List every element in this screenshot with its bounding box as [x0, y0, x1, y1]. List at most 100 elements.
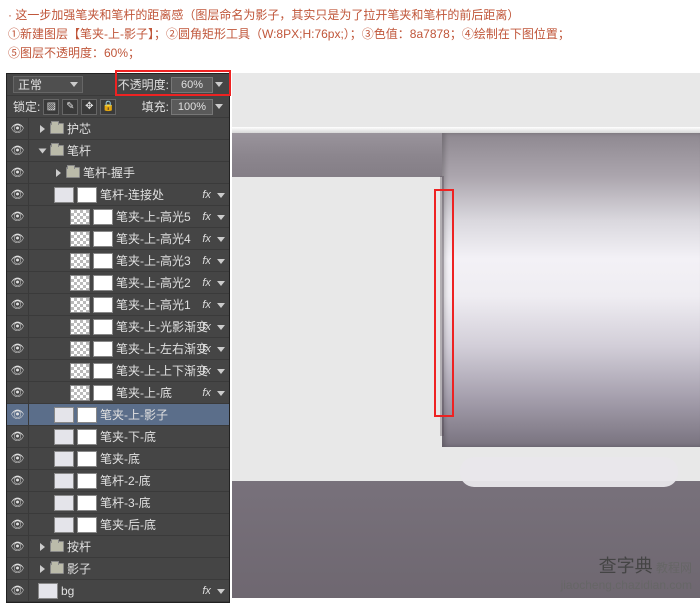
layer-row[interactable]: 👁bgfx — [7, 580, 229, 602]
layer-name[interactable]: 笔杆-3-底 — [100, 494, 151, 511]
layer-thumbnail[interactable] — [70, 297, 90, 313]
layer-name[interactable]: 笔杆-2-底 — [100, 472, 151, 489]
layer-mask-thumbnail[interactable] — [93, 297, 113, 313]
layer-name[interactable]: 笔夹-上-高光4 — [116, 230, 191, 247]
visibility-toggle[interactable]: 👁 — [7, 404, 29, 426]
layer-mask-thumbnail[interactable] — [93, 253, 113, 269]
fx-badge[interactable]: fx — [202, 255, 225, 267]
visibility-toggle[interactable]: 👁 — [7, 514, 29, 536]
visibility-toggle[interactable]: 👁 — [7, 228, 29, 250]
layer-mask-thumbnail[interactable] — [77, 429, 97, 445]
layer-mask-thumbnail[interactable] — [77, 187, 97, 203]
fx-badge[interactable]: fx — [202, 233, 225, 245]
layer-row[interactable]: 👁 笔夹-上-高光4 fx — [7, 228, 229, 250]
visibility-toggle[interactable]: 👁 — [7, 272, 29, 294]
lock-move-icon[interactable]: ✥ — [81, 99, 97, 115]
layer-mask-thumbnail[interactable] — [77, 451, 97, 467]
visibility-toggle[interactable]: 👁 — [7, 580, 29, 602]
lock-transparency-icon[interactable]: ▨ — [43, 99, 59, 115]
disclosure-arrow-icon[interactable] — [56, 169, 61, 177]
layer-thumbnail[interactable] — [70, 385, 90, 401]
disclosure-arrow-icon[interactable] — [39, 148, 47, 153]
fill-input[interactable]: 100% — [171, 99, 213, 115]
layer-mask-thumbnail[interactable] — [93, 341, 113, 357]
layer-row[interactable]: 👁 笔夹-上-影子 — [7, 404, 229, 426]
layer-mask-thumbnail[interactable] — [93, 319, 113, 335]
layer-name[interactable]: 笔夹-下-底 — [100, 428, 156, 445]
layer-name[interactable]: 笔杆-连接处 — [100, 186, 164, 203]
layer-name[interactable]: 笔夹-上-光影渐变 — [116, 318, 208, 335]
layer-row[interactable]: 👁 笔杆-连接处 fx — [7, 184, 229, 206]
visibility-toggle[interactable]: 👁 — [7, 118, 29, 140]
layer-name[interactable]: 笔夹-上-左右渐变 — [116, 340, 208, 357]
layer-name[interactable]: 影子 — [67, 560, 91, 577]
layer-row[interactable]: 👁 笔夹-底 — [7, 448, 229, 470]
layer-name[interactable]: 笔夹-上-高光1 — [116, 296, 191, 313]
fx-badge[interactable]: fx — [202, 343, 225, 355]
layer-row[interactable]: 👁笔夹-后-底 — [7, 514, 229, 536]
layer-thumbnail[interactable] — [38, 583, 58, 599]
layer-row[interactable]: 👁笔夹-下-底 — [7, 426, 229, 448]
layer-row[interactable]: 👁笔夹-上-高光3fx — [7, 250, 229, 272]
layer-row[interactable]: 👁 影子 — [7, 558, 229, 580]
visibility-toggle[interactable]: 👁 — [7, 250, 29, 272]
visibility-toggle[interactable]: 👁 — [7, 558, 29, 580]
disclosure-arrow-icon[interactable] — [40, 543, 45, 551]
visibility-toggle[interactable]: 👁 — [7, 338, 29, 360]
layer-name[interactable]: 笔夹-底 — [100, 450, 140, 467]
opacity-input[interactable]: 60% — [171, 77, 213, 93]
layer-thumbnail[interactable] — [70, 363, 90, 379]
layer-row[interactable]: 👁 护芯 — [7, 118, 229, 140]
layer-name[interactable]: 护芯 — [67, 120, 91, 137]
layer-thumbnail[interactable] — [70, 209, 90, 225]
layer-row[interactable]: 👁笔夹-上-高光5fx — [7, 206, 229, 228]
visibility-toggle[interactable]: 👁 — [7, 536, 29, 558]
layer-row[interactable]: 👁笔夹-上-上下渐变fx — [7, 360, 229, 382]
layer-mask-thumbnail[interactable] — [93, 363, 113, 379]
layer-mask-thumbnail[interactable] — [93, 231, 113, 247]
layer-name[interactable]: bg — [61, 584, 74, 598]
layer-name[interactable]: 笔夹-上-上下渐变 — [116, 362, 208, 379]
layer-thumbnail[interactable] — [54, 407, 74, 423]
layer-row[interactable]: 👁笔夹-上-底fx — [7, 382, 229, 404]
layer-name[interactable]: 按杆 — [67, 538, 91, 555]
fx-badge[interactable]: fx — [202, 299, 225, 311]
layer-name[interactable]: 笔夹-上-影子 — [100, 406, 168, 423]
layer-mask-thumbnail[interactable] — [77, 473, 97, 489]
layer-mask-thumbnail[interactable] — [77, 407, 97, 423]
visibility-toggle[interactable]: 👁 — [7, 382, 29, 404]
chevron-down-icon[interactable] — [215, 104, 223, 109]
chevron-down-icon[interactable] — [215, 82, 223, 87]
lock-brush-icon[interactable]: ✎ — [62, 99, 78, 115]
layer-row[interactable]: 👁笔夹-上-高光1fx — [7, 294, 229, 316]
layer-thumbnail[interactable] — [54, 451, 74, 467]
layer-row[interactable]: 👁 笔夹-上-光影渐变fx — [7, 316, 229, 338]
fx-badge[interactable]: fx — [202, 321, 225, 333]
layer-name[interactable]: 笔夹-上-高光5 — [116, 208, 191, 225]
visibility-toggle[interactable]: 👁 — [7, 492, 29, 514]
fx-badge[interactable]: fx — [202, 189, 225, 201]
fx-badge[interactable]: fx — [202, 387, 225, 399]
lock-all-icon[interactable]: 🔒 — [100, 99, 116, 115]
layer-mask-thumbnail[interactable] — [77, 495, 97, 511]
visibility-toggle[interactable]: 👁 — [7, 448, 29, 470]
fx-badge[interactable]: fx — [202, 365, 225, 377]
layer-mask-thumbnail[interactable] — [93, 209, 113, 225]
layer-thumbnail[interactable] — [54, 495, 74, 511]
fx-badge[interactable]: fx — [202, 277, 225, 289]
visibility-toggle[interactable]: 👁 — [7, 140, 29, 162]
layer-thumbnail[interactable] — [54, 429, 74, 445]
layer-thumbnail[interactable] — [70, 319, 90, 335]
disclosure-arrow-icon[interactable] — [40, 565, 45, 573]
visibility-toggle[interactable]: 👁 — [7, 470, 29, 492]
visibility-toggle[interactable]: 👁 — [7, 184, 29, 206]
layer-name[interactable]: 笔杆-握手 — [83, 164, 135, 181]
layer-row[interactable]: 👁 笔夹-上-高光2 fx — [7, 272, 229, 294]
visibility-toggle[interactable]: 👁 — [7, 162, 29, 184]
layer-row[interactable]: 👁 按杆 — [7, 536, 229, 558]
layer-row[interactable]: 👁笔杆 — [7, 140, 229, 162]
layer-thumbnail[interactable] — [70, 253, 90, 269]
visibility-toggle[interactable]: 👁 — [7, 316, 29, 338]
visibility-toggle[interactable]: 👁 — [7, 206, 29, 228]
layer-name[interactable]: 笔夹-上-高光2 — [116, 274, 191, 291]
